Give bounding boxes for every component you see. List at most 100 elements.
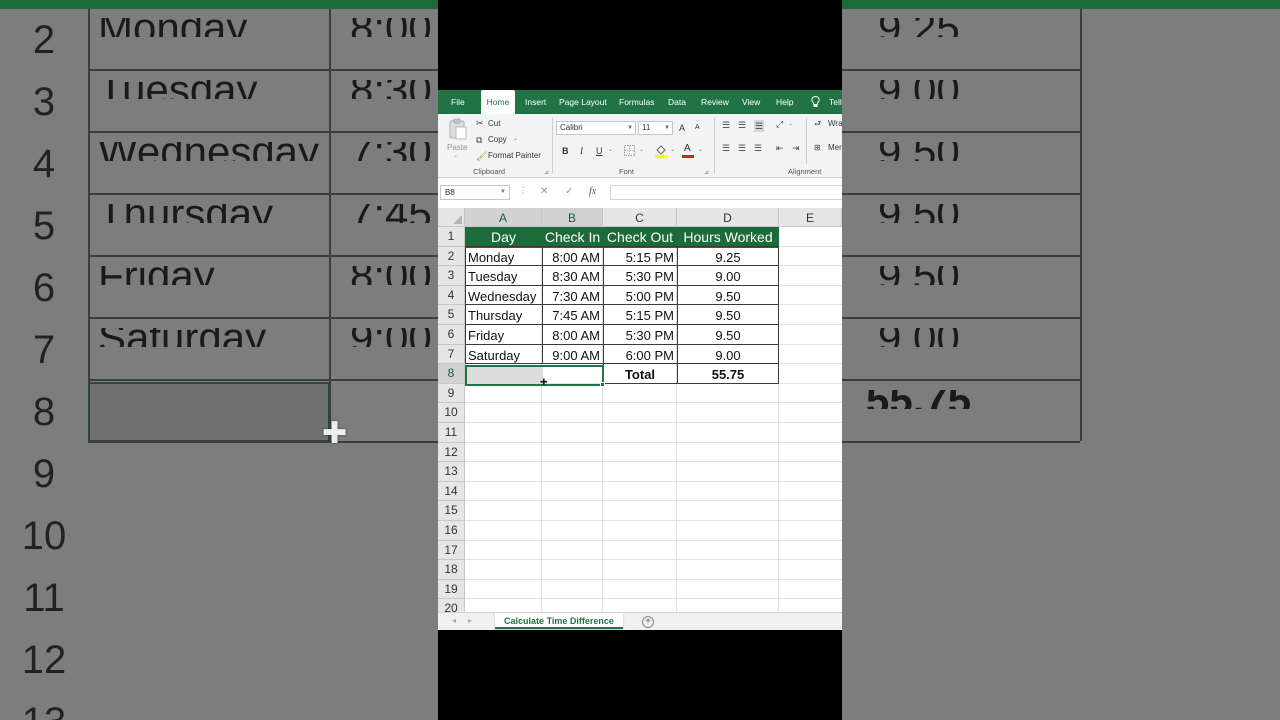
orientation-icon[interactable]: ⤢ bbox=[776, 119, 783, 129]
table-cell[interactable]: Wednesday bbox=[468, 287, 539, 306]
sheet-tab-calculate-time-difference[interactable]: Calculate Time Difference bbox=[495, 613, 623, 629]
tab-file[interactable]: File bbox=[451, 90, 465, 114]
table-cell[interactable]: 7:30 AM bbox=[545, 287, 600, 306]
merge-center-button[interactable]: Mer bbox=[828, 143, 842, 152]
row-header-4[interactable]: 4 bbox=[438, 285, 465, 306]
row-header-10[interactable]: 10 bbox=[438, 403, 465, 423]
table-cell[interactable]: 6:00 PM bbox=[606, 346, 674, 365]
table-cell[interactable]: Monday bbox=[468, 248, 539, 267]
clipboard-launcher-icon[interactable]: ⊿ bbox=[544, 169, 549, 176]
name-box[interactable]: B8 ▼ bbox=[440, 185, 510, 200]
lightbulb-icon[interactable] bbox=[811, 96, 820, 107]
shrink-font-icon[interactable]: A bbox=[695, 124, 700, 131]
table-cell[interactable]: 8:00 AM bbox=[545, 326, 600, 345]
table-cell[interactable]: Tuesday bbox=[468, 267, 539, 286]
row-header-7[interactable]: 7 bbox=[438, 344, 465, 365]
total-label-cell[interactable]: Total bbox=[603, 365, 677, 384]
table-cell[interactable]: Friday bbox=[468, 326, 539, 345]
row-header-2[interactable]: 2 bbox=[438, 246, 465, 267]
align-top-icon[interactable]: ☰ bbox=[722, 120, 730, 130]
font-launcher-icon[interactable]: ⊿ bbox=[704, 169, 709, 176]
table-cell[interactable]: 9.00 bbox=[680, 267, 776, 286]
increase-indent-icon[interactable]: ⇥ bbox=[792, 143, 800, 153]
table-cell[interactable]: 8:00 AM bbox=[545, 248, 600, 267]
table-cell[interactable]: 9.25 bbox=[680, 248, 776, 267]
table-cell[interactable]: 9:00 AM bbox=[545, 346, 600, 365]
cut-icon[interactable]: ✂ bbox=[476, 118, 484, 128]
column-header-c[interactable]: C bbox=[603, 208, 677, 227]
table-cell[interactable]: 5:15 PM bbox=[606, 248, 674, 267]
table-cell[interactable]: 9.00 bbox=[680, 346, 776, 365]
format-painter-icon[interactable]: 🖌 bbox=[476, 151, 487, 161]
copy-icon[interactable]: ⧉ bbox=[476, 135, 482, 145]
align-right-icon[interactable]: ☰ bbox=[754, 143, 762, 153]
column-header-b[interactable]: B bbox=[542, 208, 603, 227]
align-left-icon[interactable]: ☰ bbox=[722, 143, 730, 153]
tab-page-layout[interactable]: Page Layout bbox=[559, 90, 607, 114]
row-header-11[interactable]: 11 bbox=[438, 423, 465, 443]
format-painter-button[interactable]: Format Painter bbox=[488, 151, 541, 160]
table-cell[interactable]: 5:30 PM bbox=[606, 267, 674, 286]
table-cell[interactable]: Saturday bbox=[468, 346, 539, 365]
table-cell[interactable]: 9.50 bbox=[680, 287, 776, 306]
table-cell[interactable]: 8:30 AM bbox=[545, 267, 600, 286]
font-name-box[interactable]: Calibri ▼ bbox=[556, 121, 636, 135]
row-header-20[interactable]: 20 bbox=[438, 599, 465, 612]
cancel-icon[interactable]: ✕ bbox=[540, 186, 548, 197]
row-header-9[interactable]: 9 bbox=[438, 383, 465, 404]
column-header-e[interactable]: E bbox=[779, 208, 842, 227]
scroll-left-icon[interactable]: ◂ bbox=[452, 616, 456, 625]
row-header-5[interactable]: 5 bbox=[438, 305, 465, 325]
tab-data[interactable]: Data bbox=[668, 90, 686, 114]
align-center-icon[interactable]: ☰ bbox=[738, 143, 746, 153]
orientation-dropdown-icon[interactable]: ⌄ bbox=[788, 120, 793, 127]
tab-help[interactable]: Help bbox=[776, 90, 793, 114]
underline-button[interactable]: U bbox=[596, 146, 603, 156]
table-cell[interactable]: 9.50 bbox=[680, 326, 776, 345]
italic-button[interactable]: I bbox=[580, 146, 583, 156]
scroll-right-icon[interactable]: ▸ bbox=[468, 616, 472, 625]
add-sheet-icon[interactable]: + bbox=[642, 616, 654, 628]
row-header-19[interactable]: 19 bbox=[438, 579, 465, 600]
decrease-indent-icon[interactable]: ⇤ bbox=[776, 143, 784, 153]
copy-dropdown-icon[interactable]: ⌄ bbox=[513, 135, 518, 142]
fill-handle[interactable] bbox=[600, 382, 605, 387]
table-cell[interactable]: 9.50 bbox=[680, 306, 776, 325]
tab-review[interactable]: Review bbox=[701, 90, 729, 114]
align-middle-icon[interactable]: ☰ bbox=[738, 120, 746, 130]
table-cell[interactable]: Thursday bbox=[468, 306, 539, 325]
formula-input[interactable] bbox=[610, 185, 842, 200]
row-header-14[interactable]: 14 bbox=[438, 481, 465, 502]
row-header-15[interactable]: 15 bbox=[438, 501, 465, 521]
align-bottom-icon[interactable]: ☰ bbox=[754, 120, 765, 132]
tab-insert[interactable]: Insert bbox=[525, 90, 546, 114]
table-cell[interactable]: 5:15 PM bbox=[606, 306, 674, 325]
table-header-cell[interactable]: Hours Worked bbox=[677, 227, 779, 248]
font-color-icon[interactable]: A bbox=[684, 143, 691, 154]
table-header-cell[interactable]: Day bbox=[465, 227, 542, 248]
insert-function-icon[interactable]: fx bbox=[589, 186, 596, 197]
wrap-text-button[interactable]: Wra bbox=[828, 119, 842, 128]
row-header-12[interactable]: 12 bbox=[438, 442, 465, 463]
row-header-18[interactable]: 18 bbox=[438, 560, 465, 580]
row-header-8[interactable]: 8 bbox=[438, 364, 465, 384]
select-all-button[interactable] bbox=[438, 208, 465, 227]
borders-dropdown-icon[interactable]: ⌄ bbox=[639, 146, 644, 153]
row-header-17[interactable]: 17 bbox=[438, 540, 465, 561]
wrap-text-icon[interactable]: ⮐ bbox=[814, 119, 821, 129]
fill-color-icon[interactable] bbox=[655, 144, 668, 158]
fill-color-dropdown-icon[interactable]: ⌄ bbox=[670, 146, 675, 153]
worksheet-grid[interactable]: A B C D E 1 2 3 4 5 6 7 8 9 10 11 12 13 14 15 16 17 18 19 20 Day C… bbox=[438, 208, 842, 612]
total-value-cell[interactable]: 55.75 bbox=[677, 365, 779, 384]
merge-center-icon[interactable]: ⊞ bbox=[814, 143, 821, 153]
copy-button[interactable]: Copy bbox=[488, 135, 507, 144]
tab-tell-me[interactable]: Tell bbox=[829, 90, 842, 114]
grow-font-icon[interactable]: A bbox=[679, 123, 685, 133]
table-header-cell[interactable]: Check In bbox=[542, 227, 603, 248]
row-header-6[interactable]: 6 bbox=[438, 325, 465, 345]
table-header-cell[interactable]: Check Out bbox=[603, 227, 677, 248]
font-size-box[interactable]: 11 ▼ bbox=[638, 121, 673, 135]
row-header-3[interactable]: 3 bbox=[438, 266, 465, 286]
paste-label[interactable]: Paste bbox=[447, 143, 467, 152]
underline-dropdown-icon[interactable]: ⌄ bbox=[608, 146, 613, 153]
